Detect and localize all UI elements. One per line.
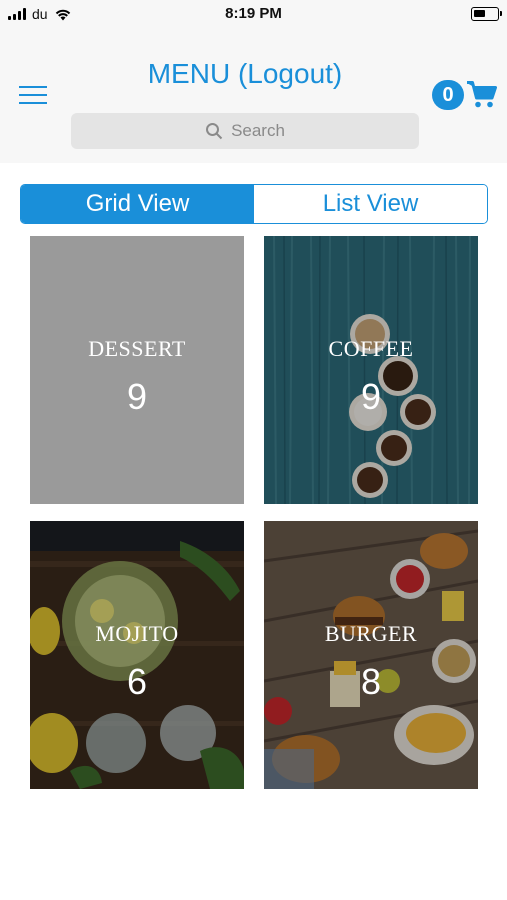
category-count: 8 bbox=[360, 661, 382, 702]
category-name: DESSERT bbox=[88, 336, 186, 361]
view-toggle: Grid View List View bbox=[20, 184, 488, 224]
category-name: COFFEE bbox=[328, 336, 414, 361]
category-tile-coffee[interactable]: COFFEE 9 bbox=[264, 236, 478, 504]
category-tile-dessert[interactable]: DESSERT 9 bbox=[30, 236, 244, 504]
category-count: 9 bbox=[360, 376, 382, 417]
category-name: MOJITO bbox=[95, 621, 179, 646]
list-view-tab[interactable]: List View bbox=[254, 185, 487, 223]
clock: 8:19 PM bbox=[225, 5, 282, 22]
category-name: BURGER bbox=[324, 621, 418, 646]
grid-view-tab[interactable]: Grid View bbox=[21, 185, 254, 223]
search-placeholder: Search bbox=[231, 121, 285, 140]
page-title[interactable]: MENU (Logout) bbox=[0, 58, 490, 90]
category-count: 6 bbox=[126, 661, 148, 702]
search-input[interactable]: Search bbox=[71, 113, 419, 149]
category-tile-burger[interactable]: BURGER 8 bbox=[264, 521, 478, 789]
shopping-cart-icon[interactable] bbox=[466, 79, 498, 109]
app-header: MENU (Logout) 0 Search bbox=[0, 30, 507, 163]
dessert-background bbox=[30, 236, 244, 504]
cart-count-badge[interactable]: 0 bbox=[432, 80, 464, 110]
status-bar: du 8:19 PM bbox=[0, 0, 507, 30]
search-icon bbox=[206, 123, 223, 140]
category-tile-mojito[interactable]: MOJITO 6 bbox=[30, 521, 244, 789]
battery-icon bbox=[471, 7, 502, 21]
category-count: 9 bbox=[126, 376, 148, 417]
